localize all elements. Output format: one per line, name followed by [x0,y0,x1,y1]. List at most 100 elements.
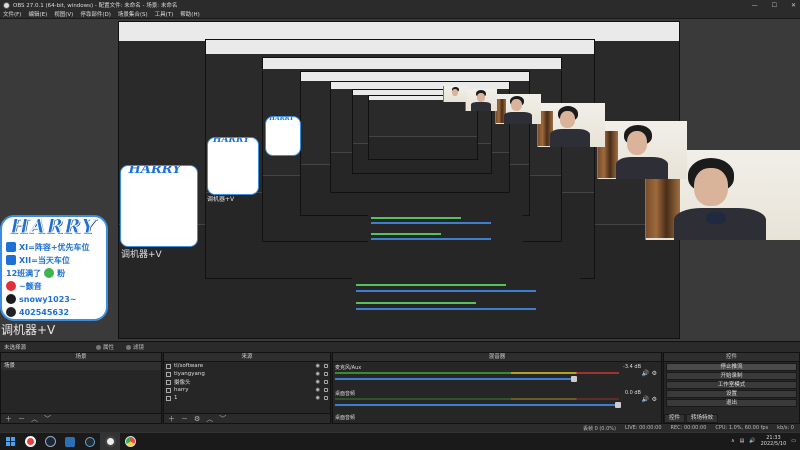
webcam-feed-5 [465,89,497,111]
menu-scene-collection[interactable]: 场景集合(S) [118,10,148,18]
volume-meter [335,372,619,374]
audio-mixer-panel: 混音器 麦克风/Aux -3.4 dB 🔊 ⚙ 桌面音频 0.0 dB 🔊 ⚙ … [332,352,662,424]
menu-bar: 文件(F) 编辑(E) 视图(V) 停靠部件(D) 场景集合(S) 工具(T) … [0,10,800,19]
visibility-eye-icon[interactable]: ◉ [316,371,320,377]
visibility-eye-icon[interactable]: ◉ [316,395,320,401]
speaker-icon[interactable]: 🔊 [642,370,649,377]
nested-capture-7 [368,95,478,160]
camera-source-icon [166,379,171,385]
volume-slider-knob[interactable] [571,376,577,382]
minimize-button[interactable]: — [752,2,758,9]
menu-tools[interactable]: 工具(T) [155,10,174,18]
sources-panel: 来源 tl/software ◉ tiyangyang ◉ 摄像头 ◉ harry ◉ … [163,352,331,424]
exit-button[interactable]: 退出 [666,399,797,407]
speaker-icon[interactable]: 🔊 [642,396,649,403]
volume-slider-knob[interactable] [615,402,621,408]
car-icon [6,255,16,265]
menu-view[interactable]: 视图(V) [54,10,73,18]
douyin-icon [6,294,16,304]
close-button[interactable]: ✕ [791,2,796,9]
overlay-logo: HARRY [9,215,97,239]
bitrate-status: kb/s: 0 [777,425,794,431]
source-item[interactable]: tl/software ◉ [164,362,330,370]
start-button[interactable] [0,433,20,450]
remove-source-button[interactable]: － [181,414,188,424]
add-source-button[interactable]: ＋ [168,414,175,424]
menu-edit[interactable]: 编辑(E) [28,10,47,18]
taskbar-clock-app-icon[interactable] [20,433,40,450]
preview-canvas[interactable]: HARRY HARRY HARRY 调机器+V 调机器+V HARRY XI=阵… [0,19,800,341]
source-settings-icon[interactable]: ⚙ [194,415,200,423]
notification-icon[interactable]: ▭ [791,438,796,444]
wechat-icon [44,268,55,278]
remove-scene-button[interactable]: － [18,414,25,424]
visibility-eye-icon[interactable]: ◉ [316,387,320,393]
start-recording-button[interactable]: 开始录制 [666,372,797,380]
source-item[interactable]: 摄像头 ◉ [164,378,330,386]
properties-button[interactable]: 属性 [96,343,114,351]
nested-dock-strip-2 [368,209,523,249]
settings-button[interactable]: 设置 [666,390,797,398]
lock-icon[interactable] [324,380,328,384]
taskbar-steam-icon[interactable] [40,433,60,450]
scene-item[interactable]: 场景 [1,362,161,370]
move-down-icon[interactable]: ﹀ [219,414,226,424]
live-status: LIVE: 00:00:00 [624,425,662,431]
gear-icon [96,344,102,350]
windows-taskbar: ∧ ▤ 🔊 21:33 2022/5/10 ▭ [0,432,800,450]
visibility-eye-icon[interactable]: ◉ [316,379,320,385]
source-item[interactable]: harry ◉ [164,386,330,394]
taskbar-chrome-icon[interactable] [120,433,140,450]
taskbar-obs-icon[interactable] [100,432,120,450]
webcam-feed-4 [495,94,541,124]
tab-controls[interactable]: 控件 [664,414,686,423]
taskbar-app-icon[interactable] [60,433,80,450]
menu-file[interactable]: 文件(F) [3,10,21,18]
nested-dock-strip [352,274,580,322]
channel-settings-icon[interactable]: ⚙ [652,396,657,403]
display-source-icon [166,395,171,401]
volume-slider[interactable] [335,402,621,408]
move-down-icon[interactable]: ﹀ [44,414,51,424]
visibility-eye-icon[interactable]: ◉ [316,363,320,369]
studio-mode-button[interactable]: 工作室模式 [666,381,797,389]
windows-logo-icon [5,437,15,446]
lock-icon[interactable] [324,396,328,400]
filters-button[interactable]: 滤镜 [126,343,144,351]
maximize-button[interactable]: ☐ [772,2,777,9]
nested-overlay-card-1: HARRY [120,165,198,247]
menu-docks[interactable]: 停靠部件(D) [80,10,111,18]
tab-transitions[interactable]: 转场特效 [686,414,719,423]
window-titlebar: OBS 27.0.1 (64-bit, windows) - 配置文件: 未命名… [0,0,800,10]
webcam-feed-3 [537,103,605,147]
overlay-line-5: ~颤音 [19,281,42,291]
menu-help[interactable]: 帮助(H) [180,10,199,18]
mixer-channel-desktop: 桌面音频 0.0 dB 🔊 ⚙ [335,390,659,410]
source-item[interactable]: tiyangyang ◉ [164,370,330,378]
lock-icon[interactable] [324,388,328,392]
stop-streaming-button[interactable]: 停止推流 [666,363,797,371]
image-source-icon [166,387,171,393]
taskbar-app2-icon[interactable] [80,433,100,450]
volume-icon[interactable]: 🔊 [749,438,755,444]
source-item[interactable]: 1 ◉ [164,394,330,402]
network-icon[interactable]: ▤ [740,438,745,444]
tray-chevron-icon[interactable]: ∧ [731,438,735,444]
nested-tuner-label-1: 调机器+V [121,250,162,260]
overlay-line-6: snowy1023~ [19,294,77,304]
move-up-icon[interactable]: ︿ [31,414,38,424]
nested-tuner-label-2: 调机器+V [207,196,235,203]
overlay-card: HARRY XI=阵容+优先车位 XII=当天车位 12班满了 粉 ~颤音 sn… [0,215,108,321]
channel-settings-icon[interactable]: ⚙ [652,370,657,377]
scenes-panel: 场景 场景 ＋ － ︿ ﹀ [0,352,162,424]
lock-icon[interactable] [324,372,328,376]
nested-overlay-card-2: HARRY [207,137,259,195]
text-source-icon [166,371,171,377]
taskbar-clock[interactable]: 21:33 2022/5/10 [761,435,787,447]
mixer-channel-mic: 麦克风/Aux -3.4 dB 🔊 ⚙ [335,364,659,384]
sources-header: 来源 [164,353,330,362]
move-up-icon[interactable]: ︿ [206,414,213,424]
lock-icon[interactable] [324,364,328,368]
volume-slider[interactable] [335,376,577,382]
add-scene-button[interactable]: ＋ [5,414,12,424]
